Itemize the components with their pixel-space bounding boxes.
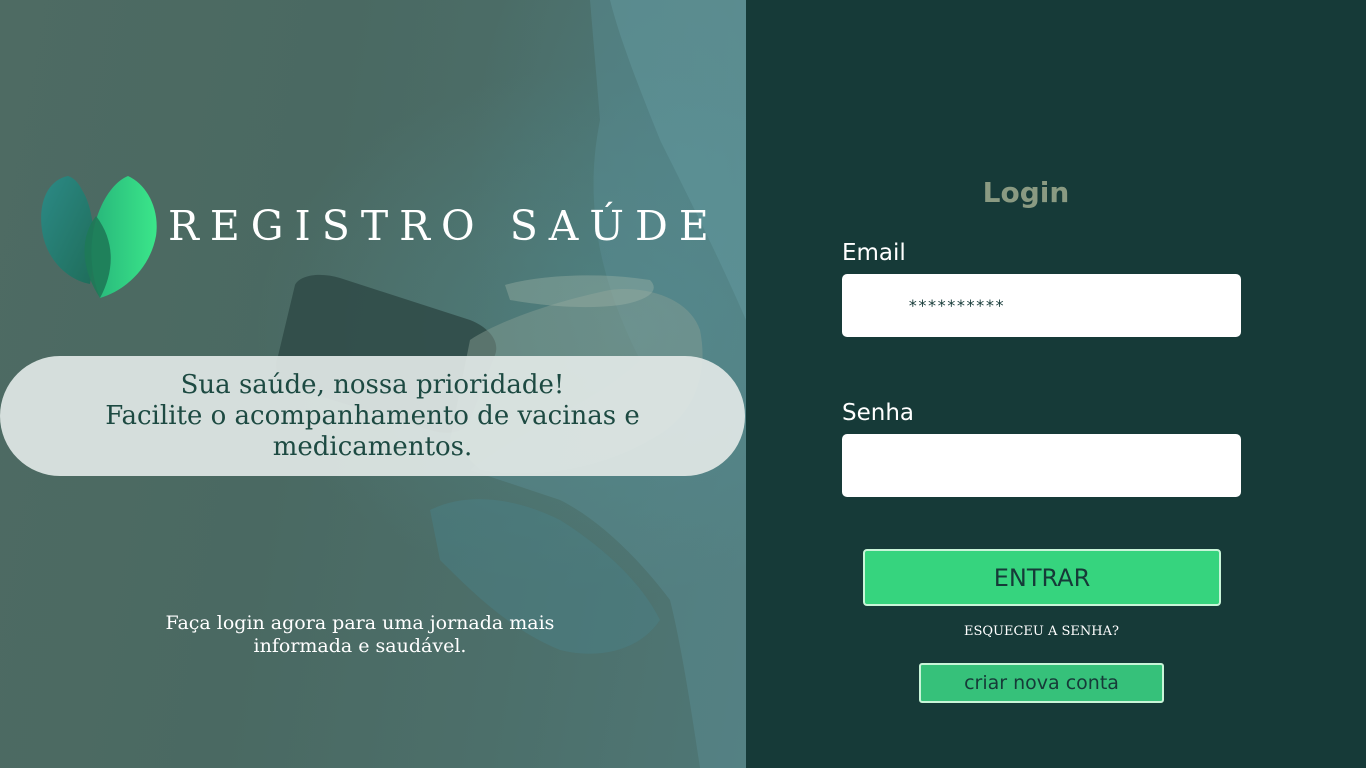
- password-input[interactable]: [842, 434, 1241, 497]
- email-label: Email: [842, 240, 906, 266]
- login-submit-button[interactable]: ENTRAR: [863, 549, 1221, 606]
- email-input[interactable]: [842, 274, 1241, 337]
- login-panel: Login Email Senha ENTRAR ESQUECEU A SENH…: [746, 0, 1366, 768]
- forgot-password-link[interactable]: ESQUECEU A SENHA?: [842, 624, 1241, 639]
- tagline-banner: Sua saúde, nossa prioridade! Facilite o …: [0, 356, 745, 476]
- login-title: Login: [982, 176, 1070, 209]
- hero-panel: REGISTRO SAÚDE Sua saúde, nossa priorida…: [0, 0, 746, 768]
- heart-leaf-logo-icon: [41, 176, 157, 298]
- tagline-text: Sua saúde, nossa prioridade! Facilite o …: [73, 370, 673, 463]
- password-label: Senha: [842, 400, 914, 426]
- tagline-line-2: Facilite o acompanhamento de vacinas e m…: [105, 400, 640, 462]
- create-account-button[interactable]: criar nova conta: [919, 663, 1164, 703]
- login-cta-text: Faça login agora para uma jornada mais i…: [165, 612, 555, 657]
- tagline-line-1: Sua saúde, nossa prioridade!: [180, 369, 565, 400]
- login-page: REGISTRO SAÚDE Sua saúde, nossa priorida…: [0, 0, 1366, 768]
- brand-name: REGISTRO SAÚDE: [168, 202, 720, 250]
